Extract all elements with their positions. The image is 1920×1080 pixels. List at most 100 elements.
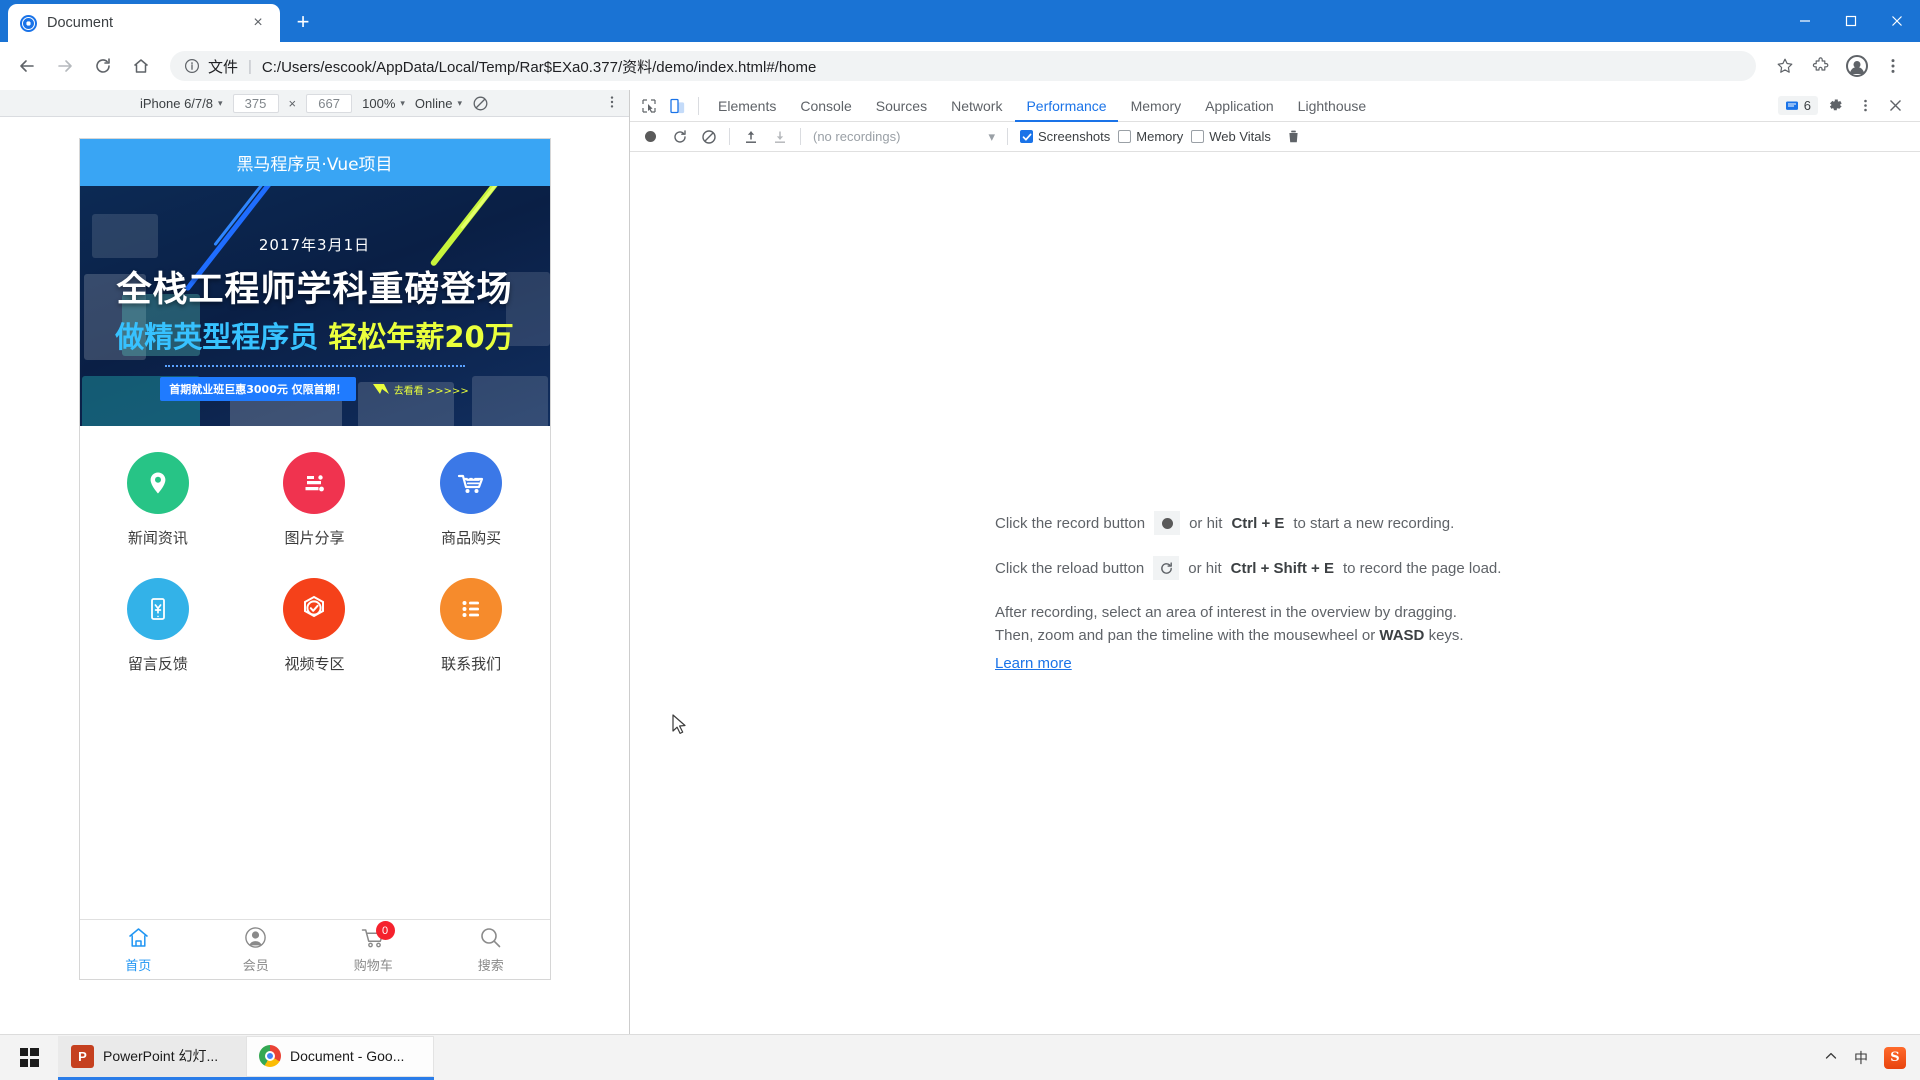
record-shortcut: Ctrl + E bbox=[1231, 514, 1285, 532]
rotate-icon[interactable] bbox=[472, 95, 489, 112]
banner-offer-pill: 首期就业班巨惠3000元 仅限首期！ bbox=[160, 377, 356, 401]
tab-application[interactable]: Application bbox=[1194, 90, 1285, 122]
divider bbox=[698, 96, 699, 115]
feature-grid: 新闻资讯 图片分享 商品购买 留言反馈 视频专区 联系我们 bbox=[80, 426, 550, 674]
windows-logo-icon[interactable] bbox=[0, 1035, 58, 1080]
address-bar[interactable]: 文件 | C:/Users/escook/AppData/Local/Temp/… bbox=[170, 51, 1756, 81]
device-selector[interactable]: iPhone 6/7/8 ▾ bbox=[140, 96, 223, 111]
checkbox-memory[interactable]: Memory bbox=[1118, 129, 1183, 144]
record-circle-icon[interactable] bbox=[1154, 511, 1181, 536]
banner-sub-b: 轻松年薪20万 bbox=[328, 320, 514, 354]
banner-sub-a: 做精英型程序员 bbox=[115, 320, 319, 354]
device-height-input[interactable]: 667 bbox=[306, 93, 353, 113]
tab-console[interactable]: Console bbox=[789, 90, 862, 122]
inspect-cursor-icon[interactable] bbox=[636, 93, 662, 119]
zoom-selector[interactable]: 100% ▾ bbox=[362, 96, 405, 111]
divider bbox=[729, 128, 730, 145]
close-icon[interactable] bbox=[1882, 93, 1908, 119]
browser-toolbar: 文件 | C:/Users/escook/AppData/Local/Temp/… bbox=[0, 42, 1920, 90]
list-icon bbox=[440, 578, 503, 640]
overview-instructions: After recording, select an area of inter… bbox=[995, 601, 1555, 675]
tab-label: 搜索 bbox=[477, 959, 504, 974]
banner-link[interactable]: 去看看 >>>>> bbox=[372, 382, 469, 397]
devtools-pane: Elements Console Sources Network Perform… bbox=[630, 90, 1920, 1034]
grid-item-video[interactable]: 视频专区 bbox=[236, 578, 393, 674]
device-viewport-pane: iPhone 6/7/8 ▾ 375 × 667 100% ▾ Online ▾ bbox=[0, 90, 630, 1034]
reload-icon[interactable] bbox=[667, 124, 692, 149]
overview-line-2: Then, zoom and pan the timeline with the… bbox=[995, 624, 1555, 647]
tab-sources[interactable]: Sources bbox=[865, 90, 938, 122]
browser-tab[interactable]: Document × bbox=[8, 4, 280, 42]
new-tab-button[interactable]: + bbox=[286, 5, 320, 39]
device-toolbar-icon[interactable] bbox=[664, 93, 690, 119]
kebab-menu-icon[interactable] bbox=[605, 95, 619, 112]
trash-icon[interactable] bbox=[1281, 124, 1306, 149]
promo-banner[interactable]: 2017年3月1日 全栈工程师学科重磅登场 做精英型程序员 轻松年薪20万 首期… bbox=[79, 186, 550, 426]
forward-arrow-icon[interactable] bbox=[48, 49, 82, 83]
banner-link-label: 去看看 >>>>> bbox=[393, 385, 469, 397]
performance-empty-state: Click the record button or hit Ctrl + E … bbox=[630, 152, 1920, 1034]
tab-network[interactable]: Network bbox=[940, 90, 1013, 122]
checkbox-screenshots[interactable]: Screenshots bbox=[1020, 129, 1110, 144]
download-arrow-icon[interactable] bbox=[767, 124, 792, 149]
throttling-selector[interactable]: Online ▾ bbox=[415, 96, 462, 111]
tab-lighthouse[interactable]: Lighthouse bbox=[1287, 90, 1378, 122]
puzzle-icon[interactable] bbox=[1804, 49, 1838, 83]
tab-home[interactable]: 首页 bbox=[80, 925, 198, 974]
checkbox-label: Web Vitals bbox=[1209, 129, 1271, 144]
close-icon[interactable]: × bbox=[248, 13, 268, 33]
grid-item-photos[interactable]: 图片分享 bbox=[236, 452, 393, 548]
grid-item-feedback[interactable]: 留言反馈 bbox=[80, 578, 237, 674]
kebab-menu-icon[interactable] bbox=[1852, 93, 1878, 119]
taskbar-item-label: Document - Goo... bbox=[290, 1048, 405, 1064]
mobile-page: 黑马程序员·Vue项目 2017年3月1日 全栈工程师学科重磅登场 做精英型程序… bbox=[79, 139, 550, 979]
message-count-badge[interactable]: 6 bbox=[1777, 96, 1818, 115]
taskbar-item-powerpoint[interactable]: P PowerPoint 幻灯... bbox=[58, 1035, 246, 1080]
tab-member[interactable]: 会员 bbox=[197, 925, 315, 974]
browser-window: Document × + 文件 | C:/Users/escook/AppDat… bbox=[0, 0, 1920, 1034]
minimize-icon[interactable] bbox=[1782, 0, 1828, 42]
taskbar-item-chrome[interactable]: Document - Goo... bbox=[246, 1035, 434, 1080]
reload-instruction-mid: or hit bbox=[1188, 559, 1222, 577]
reload-icon[interactable] bbox=[86, 49, 120, 83]
info-circle-icon[interactable] bbox=[184, 58, 200, 74]
page-spacer bbox=[80, 674, 550, 919]
grid-item-shop[interactable]: 商品购买 bbox=[393, 452, 550, 548]
sogou-input-icon[interactable]: S bbox=[1884, 1046, 1906, 1069]
kebab-menu-icon[interactable] bbox=[1876, 49, 1910, 83]
chevron-down-icon: ▾ bbox=[457, 97, 463, 108]
url-separator: | bbox=[248, 57, 252, 75]
reload-icon[interactable] bbox=[1153, 556, 1180, 581]
grid-item-news[interactable]: 新闻资讯 bbox=[80, 452, 237, 548]
chevron-up-icon[interactable] bbox=[1824, 1049, 1838, 1066]
divider bbox=[1007, 128, 1008, 145]
clear-icon[interactable] bbox=[696, 124, 721, 149]
checkbox-web-vitals[interactable]: Web Vitals bbox=[1191, 129, 1271, 144]
chevron-down-icon: ▾ bbox=[400, 97, 405, 108]
recordings-dropdown[interactable]: (no recordings) ▾ bbox=[809, 127, 999, 147]
banner-headline: 全栈工程师学科重磅登场 bbox=[116, 270, 513, 310]
maximize-icon[interactable] bbox=[1828, 0, 1874, 42]
gear-icon[interactable] bbox=[1822, 93, 1848, 119]
performance-toolbar: (no recordings) ▾ Screenshots Memory Web… bbox=[630, 122, 1920, 152]
tab-performance[interactable]: Performance bbox=[1015, 90, 1117, 122]
divider bbox=[800, 128, 801, 145]
grid-item-contact[interactable]: 联系我们 bbox=[393, 578, 550, 674]
close-icon[interactable] bbox=[1874, 0, 1920, 42]
user-icon bbox=[243, 925, 268, 953]
learn-more-link[interactable]: Learn more bbox=[995, 652, 1072, 675]
device-width-input[interactable]: 375 bbox=[232, 93, 279, 113]
tab-cart[interactable]: 0 购物车 bbox=[315, 921, 433, 974]
tab-memory[interactable]: Memory bbox=[1120, 90, 1193, 122]
home-icon[interactable] bbox=[124, 49, 158, 83]
tab-elements[interactable]: Elements bbox=[707, 90, 787, 122]
star-icon[interactable] bbox=[1768, 49, 1802, 83]
avatar-icon[interactable] bbox=[1840, 49, 1874, 83]
tab-search[interactable]: 搜索 bbox=[432, 925, 550, 974]
record-circle-icon[interactable] bbox=[638, 124, 663, 149]
ime-indicator[interactable]: 中 bbox=[1854, 1048, 1868, 1068]
record-instruction-pre: Click the record button bbox=[995, 514, 1146, 532]
back-arrow-icon[interactable] bbox=[10, 49, 44, 83]
upload-arrow-icon[interactable] bbox=[738, 124, 763, 149]
device-emulation-toolbar: iPhone 6/7/8 ▾ 375 × 667 100% ▾ Online ▾ bbox=[0, 90, 629, 117]
